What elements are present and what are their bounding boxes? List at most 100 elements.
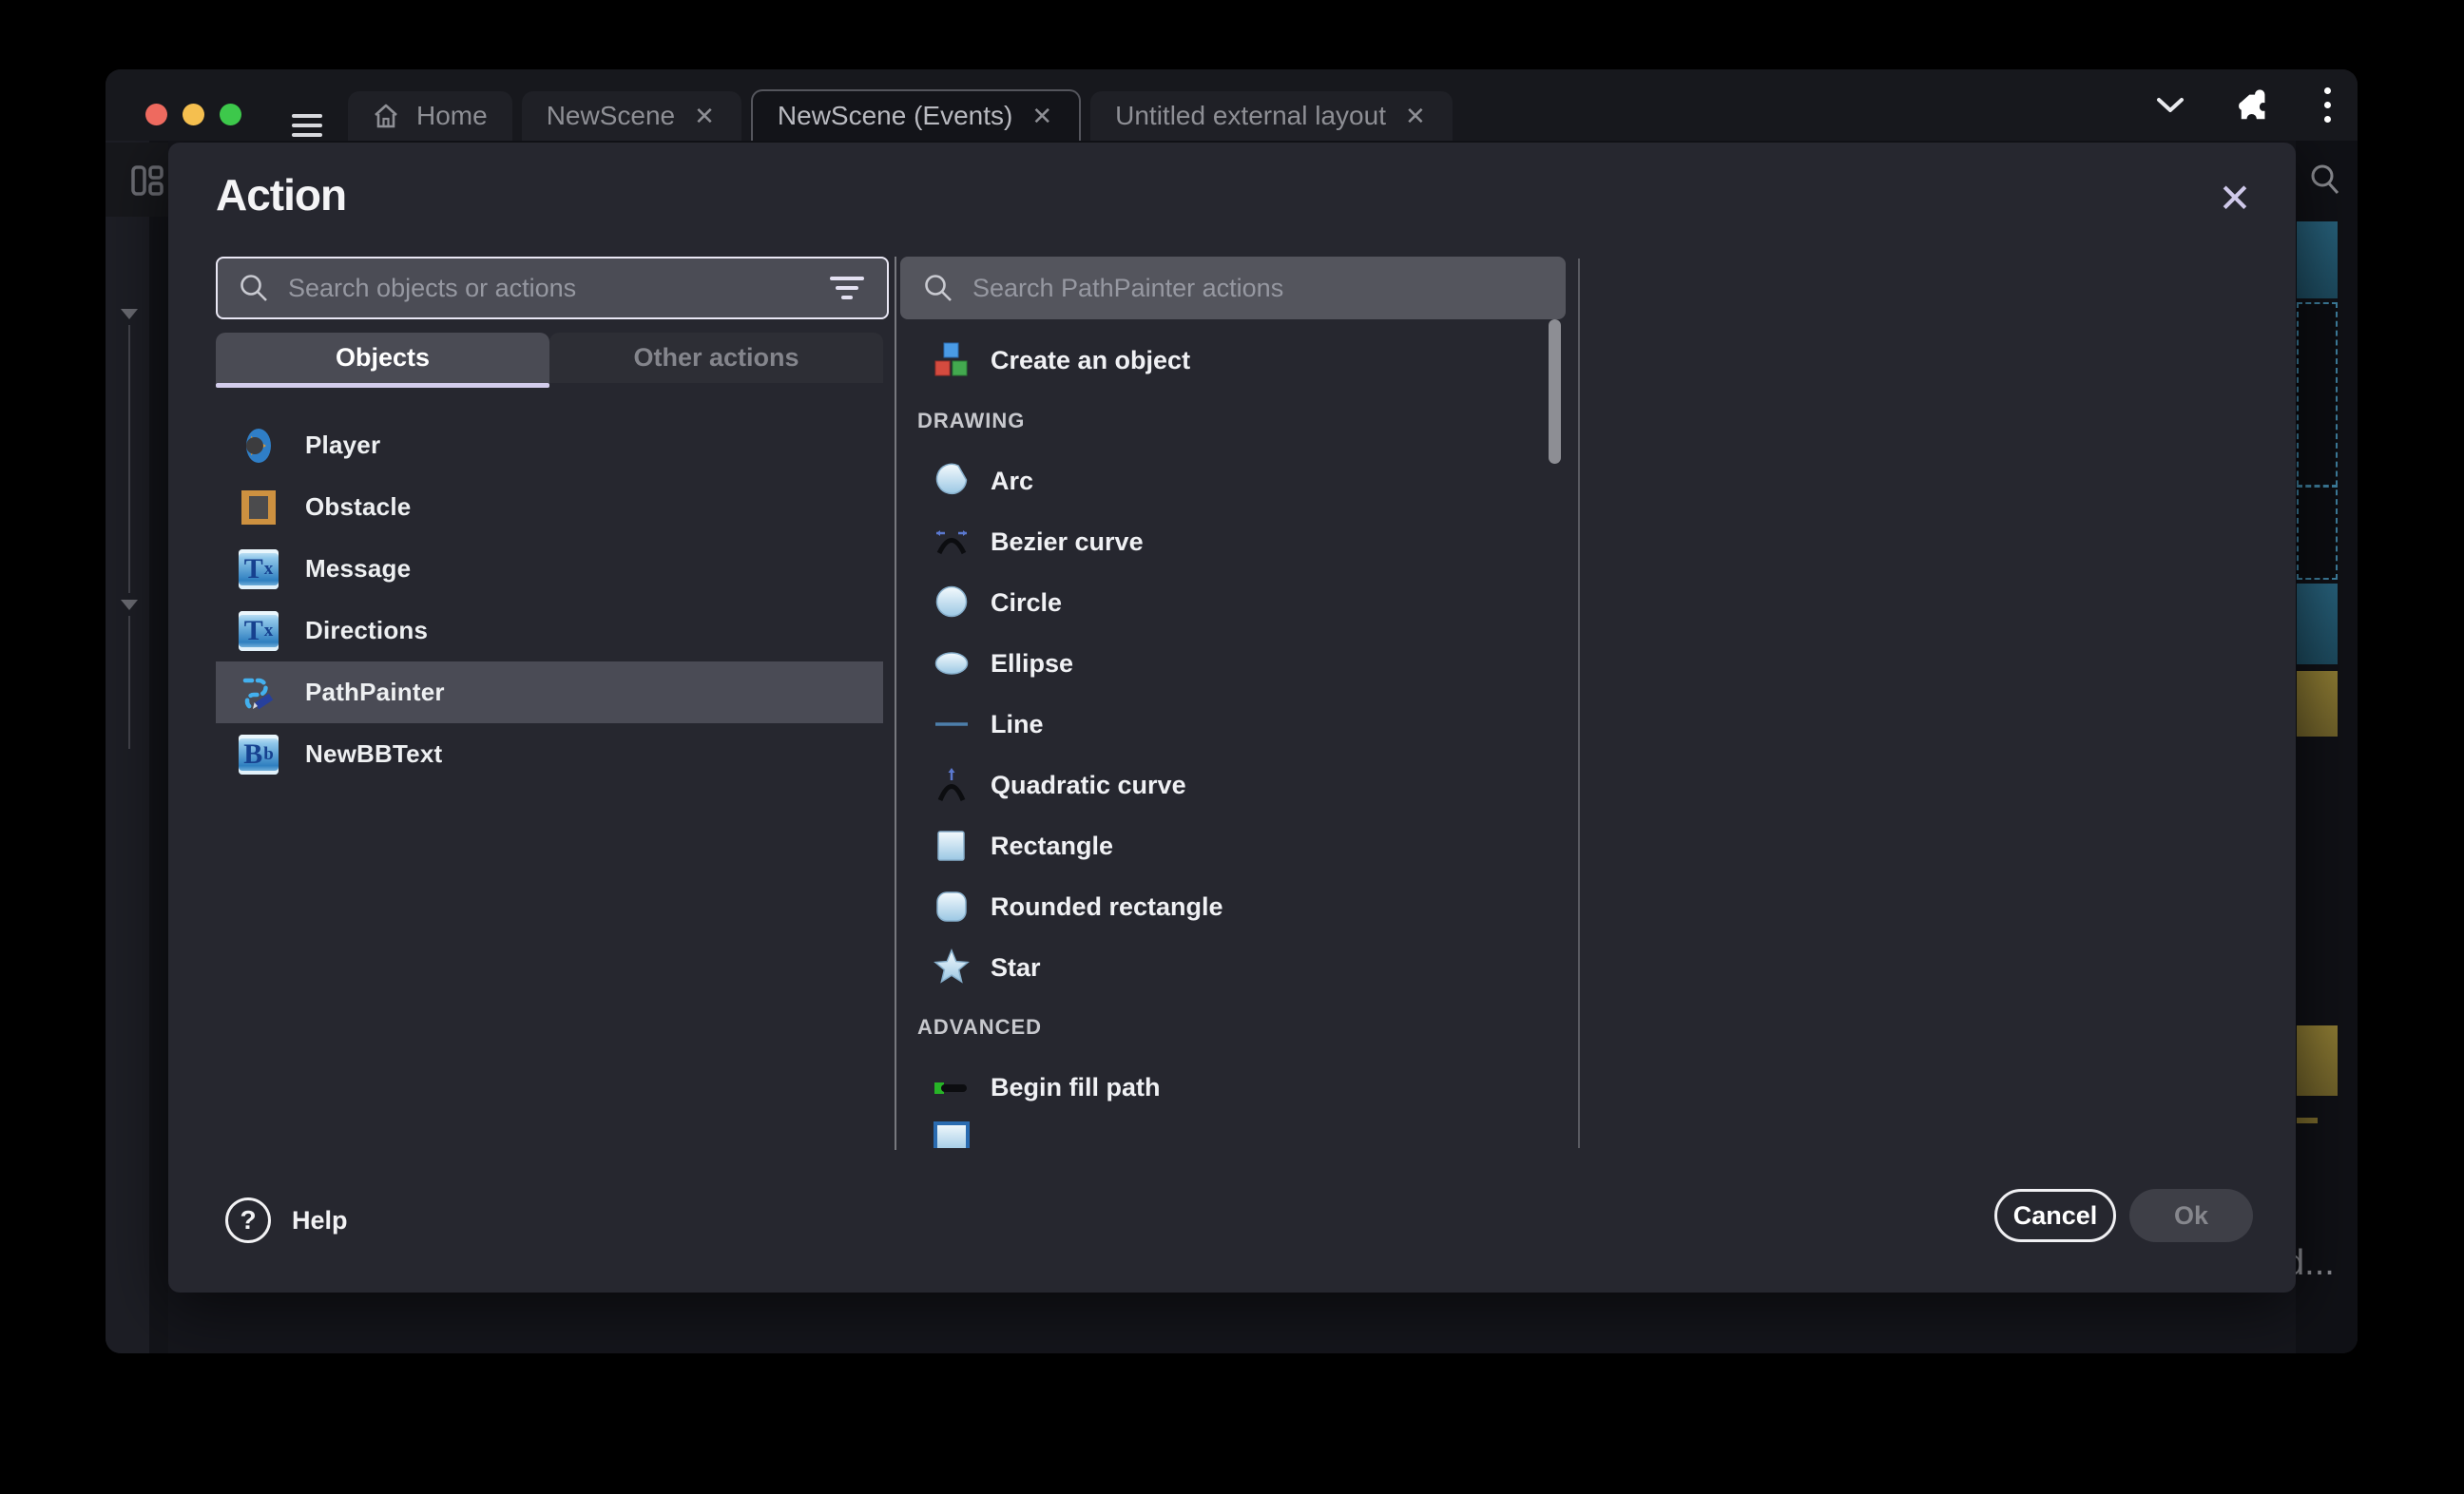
action-item-begin-fill-path[interactable]: Begin fill path [900, 1057, 1556, 1118]
window-control-minimize[interactable] [183, 104, 204, 125]
ellipse-icon [932, 643, 972, 683]
action-label: Begin fill path [991, 1073, 1161, 1102]
object-item-directions[interactable]: Tx Directions [216, 600, 883, 661]
circle-icon [932, 583, 972, 622]
ok-button[interactable]: Ok [2129, 1189, 2253, 1242]
editor-tab-newscene-events-[interactable]: NewScene (Events)✕ [751, 89, 1081, 141]
object-list: Player Obstacle Tx Message Tx Directions PathP… [216, 414, 883, 785]
object-item-newbbtext[interactable]: Bb NewBBText [216, 723, 883, 785]
object-item-obstacle[interactable]: Obstacle [216, 476, 883, 538]
editor-tab-untitled-external-layout[interactable]: Untitled external layout ✕ [1090, 91, 1453, 141]
action-item-rectangle[interactable]: Rectangle [900, 815, 1556, 876]
action-label: Rounded rectangle [991, 892, 1223, 922]
dialog-title: Action [216, 169, 346, 220]
extensions-icon [2237, 87, 2273, 124]
tree-guide-line [128, 325, 130, 593]
window-controls [145, 104, 241, 125]
filter-icon[interactable] [828, 277, 866, 299]
group-header: DRAWING [900, 392, 1556, 450]
action-item-clipped[interactable] [900, 1118, 1556, 1148]
action-item-line[interactable]: Line [900, 694, 1556, 755]
action-item-bezier-curve[interactable]: Bezier curve [900, 511, 1556, 572]
action-item-circle[interactable]: Circle [900, 572, 1556, 633]
search-icon [239, 273, 269, 303]
chevron-down-icon[interactable] [2155, 96, 2185, 115]
tab-close-icon[interactable]: ✕ [692, 102, 717, 131]
event-block [2297, 1025, 2338, 1096]
kebab-menu-icon[interactable] [2324, 87, 2331, 123]
tab-close-icon[interactable]: ✕ [1403, 102, 1428, 131]
action-item-arc[interactable]: Arc [900, 450, 1556, 511]
quadratic-curve-icon [932, 765, 972, 805]
object-label: PathPainter [305, 678, 445, 707]
action-item-ellipse[interactable]: Ellipse [900, 633, 1556, 694]
object-label: Obstacle [305, 492, 411, 522]
object-item-pathpainter[interactable]: PathPainter [216, 661, 883, 723]
kebab-menu-icon [2324, 87, 2331, 123]
tab-label: NewScene [547, 101, 675, 131]
title-bar: HomeNewScene✕NewScene (Events)✕Untitled … [106, 69, 2358, 141]
action-label: Quadratic curve [991, 771, 1186, 800]
scrollbar-thumb[interactable] [1549, 319, 1561, 464]
tab-label: Home [416, 101, 488, 131]
tab-objects[interactable]: Objects [216, 333, 549, 383]
tab-other-actions[interactable]: Other actions [549, 333, 883, 383]
window-control-zoom[interactable] [220, 104, 241, 125]
events-left-gutter [106, 141, 168, 1353]
expand-arrow-icon[interactable] [121, 600, 138, 610]
objects-search-input[interactable] [286, 273, 828, 304]
close-icon[interactable]: ✕ [2210, 173, 2260, 222]
create-object-icon [932, 340, 972, 380]
main-menu-button[interactable] [292, 114, 322, 137]
editor-tab-newscene[interactable]: NewScene ✕ [522, 91, 741, 141]
object-item-message[interactable]: Tx Message [216, 538, 883, 600]
text-object-icon: Tx [239, 549, 279, 589]
event-block-dashed [2297, 302, 2338, 580]
text-object-icon: Tx [239, 549, 279, 589]
object-label: Directions [305, 616, 428, 645]
action-label: Arc [991, 467, 1033, 496]
arc-icon [932, 461, 972, 501]
object-label: NewBBText [305, 739, 442, 769]
action-item-star[interactable]: Star [900, 937, 1556, 998]
actions-search-box [900, 257, 1566, 319]
action-item-rounded-rectangle[interactable]: Rounded rectangle [900, 876, 1556, 937]
rectangle-icon [932, 826, 972, 866]
toolbar-right [2155, 69, 2331, 141]
action-item-quadratic-curve[interactable]: Quadratic curve [900, 755, 1556, 815]
action-dialog: Action ✕ Objects Other actions Player Obs… [168, 143, 2296, 1293]
tab-close-icon[interactable]: ✕ [1030, 102, 1054, 131]
actions-search-input[interactable] [971, 273, 1564, 304]
search-icon [923, 273, 953, 303]
tab-label: Untitled external layout [1115, 101, 1386, 131]
action-label: Rectangle [991, 832, 1113, 861]
cancel-button[interactable]: Cancel [1994, 1189, 2116, 1242]
objects-search-box [216, 257, 889, 319]
bbtext-icon: Bb [239, 735, 279, 775]
begin-fill-path-icon [932, 1067, 972, 1107]
player-icon [239, 426, 279, 466]
text-object-icon: Tx [239, 611, 279, 651]
object-label: Message [305, 554, 411, 584]
home-icon [373, 103, 399, 129]
gutter-strip [149, 141, 168, 1353]
layout-icon [131, 165, 164, 196]
object-label: Player [305, 431, 380, 460]
event-block [2297, 584, 2338, 664]
event-block [2297, 221, 2338, 298]
panel-divider [895, 257, 896, 1150]
event-block-divider [2297, 485, 2338, 488]
clipped-item-icon [932, 1118, 972, 1148]
action-label: Star [991, 953, 1041, 983]
object-item-player[interactable]: Player [216, 414, 883, 476]
selector-tabs: Objects Other actions [216, 333, 883, 383]
bezier-curve-icon [932, 522, 972, 562]
bbtext-icon: Bb [239, 735, 279, 775]
expand-arrow-icon[interactable] [121, 309, 138, 319]
extensions-icon[interactable] [2237, 87, 2273, 124]
window-control-close[interactable] [145, 104, 167, 125]
help-button[interactable]: ? Help [225, 1197, 348, 1243]
action-item-create-an-object[interactable]: Create an object [900, 329, 1556, 392]
editor-tab-home[interactable]: Home [348, 91, 512, 141]
obstacle-icon [239, 488, 279, 527]
